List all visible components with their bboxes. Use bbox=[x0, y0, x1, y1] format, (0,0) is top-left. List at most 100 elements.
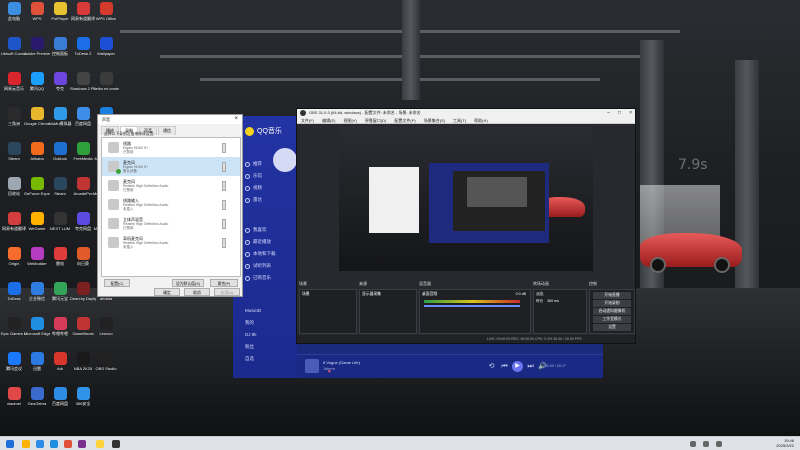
desktop-icon[interactable]: 网易云音乐 bbox=[2, 72, 26, 91]
obs-preview-canvas[interactable] bbox=[339, 127, 593, 271]
qqmusic-nav-item[interactable]: 视频 bbox=[245, 185, 262, 191]
menu-file[interactable]: 文件(F) bbox=[301, 117, 314, 123]
qqmusic-nav-item[interactable]: 已购音乐 bbox=[245, 275, 271, 281]
desktop-icon[interactable]: PotPlayer bbox=[48, 2, 72, 21]
desktop-icon[interactable]: WPS Office bbox=[94, 2, 118, 21]
configure-button[interactable]: 配置(C) bbox=[104, 279, 130, 287]
set-default-button[interactable]: 设为默认值(S) bbox=[172, 279, 204, 287]
qqmusic-playlist[interactable]: 我的 bbox=[245, 320, 254, 326]
menu-docks[interactable]: 停靠窗口(D) bbox=[365, 117, 387, 123]
desktop-icon[interactable]: xiaomei bbox=[2, 387, 26, 406]
next-icon[interactable]: ⏭ bbox=[526, 362, 535, 371]
menu-scene-collection[interactable]: 场景集合(S) bbox=[424, 117, 445, 123]
desktop-icon[interactable]: GeForce Experience bbox=[24, 177, 50, 196]
ok-button[interactable]: 确定 bbox=[154, 288, 180, 296]
edge-icon[interactable] bbox=[36, 440, 44, 448]
file-explorer-icon[interactable] bbox=[22, 440, 30, 448]
desktop-icon[interactable]: ToDesk 2 bbox=[71, 37, 95, 56]
properties-button[interactable]: 属性(P) bbox=[210, 279, 238, 287]
desktop-icon[interactable]: 夸克 bbox=[48, 72, 72, 91]
wifi-icon[interactable] bbox=[690, 441, 696, 447]
qqmusic-nav-item[interactable]: 本地和下载 bbox=[245, 251, 276, 257]
desktop-icon[interactable]: Steam bbox=[48, 177, 72, 196]
desktop-icon[interactable]: 控制面板 bbox=[48, 37, 72, 56]
menu-help[interactable]: 帮助(H) bbox=[474, 117, 488, 123]
studio-mode-button[interactable]: 工作室模式 bbox=[593, 316, 631, 323]
minimize-icon[interactable]: – bbox=[607, 109, 610, 117]
volume-slider[interactable] bbox=[424, 305, 520, 307]
menu-tools[interactable]: 工具(T) bbox=[453, 117, 466, 123]
desktop-icon[interactable]: WeModder bbox=[25, 247, 49, 266]
desktop-icon[interactable]: 哔哩哔哩 bbox=[48, 317, 72, 336]
menu-view[interactable]: 视图(V) bbox=[343, 117, 356, 123]
cancel-button[interactable]: 取消 bbox=[184, 288, 210, 296]
maximize-icon[interactable]: □ bbox=[618, 109, 621, 117]
qqmusic-nav-item[interactable]: 试听列表 bbox=[245, 263, 271, 269]
desktop-icon[interactable]: 迅雷 bbox=[25, 352, 49, 371]
qqmusic-nav-item[interactable]: 最近播放 bbox=[245, 239, 271, 245]
start-windows-icon[interactable] bbox=[6, 440, 14, 448]
scene-item[interactable]: 场景 bbox=[300, 290, 356, 299]
recording-device[interactable]: 线路 Elgato HD60 S+ 已禁用 bbox=[102, 138, 240, 157]
loop-icon[interactable]: ⟲ bbox=[487, 362, 496, 371]
desktop-icon[interactable]: Google Chrome bbox=[24, 107, 50, 126]
desktop-icon[interactable]: WPS bbox=[25, 2, 49, 21]
desktop-icon[interactable]: Ubisoft Connect bbox=[1, 37, 27, 56]
desktop-icon[interactable]: Shadows 2 Portfolio bbox=[70, 72, 96, 91]
desktop-icon[interactable]: ToDesk bbox=[2, 282, 26, 301]
settings-button[interactable]: 设置 bbox=[593, 324, 631, 331]
qqmusic-nav-item[interactable]: 推荐 bbox=[245, 161, 262, 167]
desktop-icon[interactable]: 百度网盘 bbox=[48, 387, 72, 406]
clock[interactable]: 19:46 2025/3/22 bbox=[776, 438, 794, 448]
app-icon[interactable] bbox=[78, 440, 86, 448]
recording-device[interactable]: 线路输入 Realtek High Definition Audio 未插入 bbox=[102, 195, 240, 214]
desktop-icon[interactable]: 百度网盘 bbox=[71, 107, 95, 126]
play-button[interactable]: ▶ bbox=[512, 361, 523, 372]
volume-icon[interactable] bbox=[703, 441, 709, 447]
desktop-icon[interactable]: Microsoft Edge bbox=[24, 317, 50, 336]
qqmusic-taskbar-icon[interactable] bbox=[96, 440, 104, 448]
previous-icon[interactable]: ⏮ bbox=[500, 362, 509, 371]
desktop-icon[interactable]: Wallpaper bbox=[94, 37, 118, 56]
desktop-icon[interactable]: 向日葵 bbox=[71, 247, 95, 266]
like-heart-icon[interactable]: ♥ bbox=[325, 368, 334, 377]
desktop-icon[interactable]: 腾讯会议 bbox=[2, 352, 26, 371]
desktop-icon[interactable]: MuMu模拟器 bbox=[48, 107, 72, 126]
desktop-icon[interactable]: 腾讯元宝 bbox=[48, 282, 72, 301]
qqmusic-nav-item[interactable]: 乐馆 bbox=[245, 173, 262, 179]
desktop-icon[interactable]: 网易有道翻译 bbox=[71, 2, 95, 21]
desktop-icon[interactable]: Dead by Daylight bbox=[70, 282, 96, 301]
close-icon[interactable]: × bbox=[234, 115, 238, 124]
chrome-icon[interactable] bbox=[50, 440, 58, 448]
desktop-icon[interactable]: NBA 2K25 bbox=[71, 352, 95, 371]
desktop-icon[interactable]: Steam bbox=[2, 142, 26, 161]
desktop-icon[interactable]: GameBoost bbox=[71, 317, 95, 336]
desktop-icon[interactable]: Outlook bbox=[48, 142, 72, 161]
recording-device[interactable]: 立体声混音 Realtek High Definition Audio 已禁用 bbox=[102, 214, 240, 233]
desktop-icon[interactable]: WeGame bbox=[25, 212, 49, 231]
qqmusic-playlist[interactable]: 粉丝 bbox=[245, 344, 254, 350]
transition-select[interactable]: 淡出 bbox=[534, 290, 586, 299]
wps-icon[interactable] bbox=[64, 440, 72, 448]
qqmusic-nav-item[interactable]: 雷达 bbox=[245, 197, 262, 203]
apply-button[interactable]: 应用(A) bbox=[214, 288, 240, 296]
desktop-icon[interactable]: Origin bbox=[2, 247, 26, 266]
desktop-icon[interactable]: 三角洲 bbox=[2, 107, 26, 126]
recording-device[interactable]: 麦克风 Elgato HD60 S+ 默认设备 bbox=[102, 157, 240, 176]
recording-device[interactable]: 麦克风 Realtek High Definition Audio 已禁用 bbox=[102, 176, 240, 195]
desktop-icon[interactable]: Alibaba bbox=[25, 142, 49, 161]
desktop-icon[interactable]: Lenovo bbox=[94, 317, 118, 336]
desktop-icon[interactable]: GeoGebra bbox=[25, 387, 49, 406]
desktop-icon[interactable]: Seiko mi contrôle bbox=[93, 72, 119, 91]
obs-taskbar-icon[interactable] bbox=[112, 440, 120, 448]
desktop-icon[interactable]: Epic Games Launcher bbox=[1, 317, 27, 336]
close-icon[interactable]: × bbox=[629, 109, 632, 117]
battery-icon[interactable] bbox=[716, 441, 722, 447]
desktop-icon[interactable]: Adobe Premiere bbox=[24, 37, 50, 56]
desktop-icon[interactable]: 360安全 bbox=[71, 387, 95, 406]
album-cover[interactable] bbox=[305, 359, 319, 373]
desktop-icon[interactable]: OBS Studio bbox=[94, 352, 118, 371]
menu-profile[interactable]: 配置文件(P) bbox=[394, 117, 415, 123]
desktop-icon[interactable]: 网易有道翻译 bbox=[2, 212, 26, 231]
recording-device[interactable]: 耳机麦克风 Realtek High Definition Audio 未插入 bbox=[102, 233, 240, 252]
